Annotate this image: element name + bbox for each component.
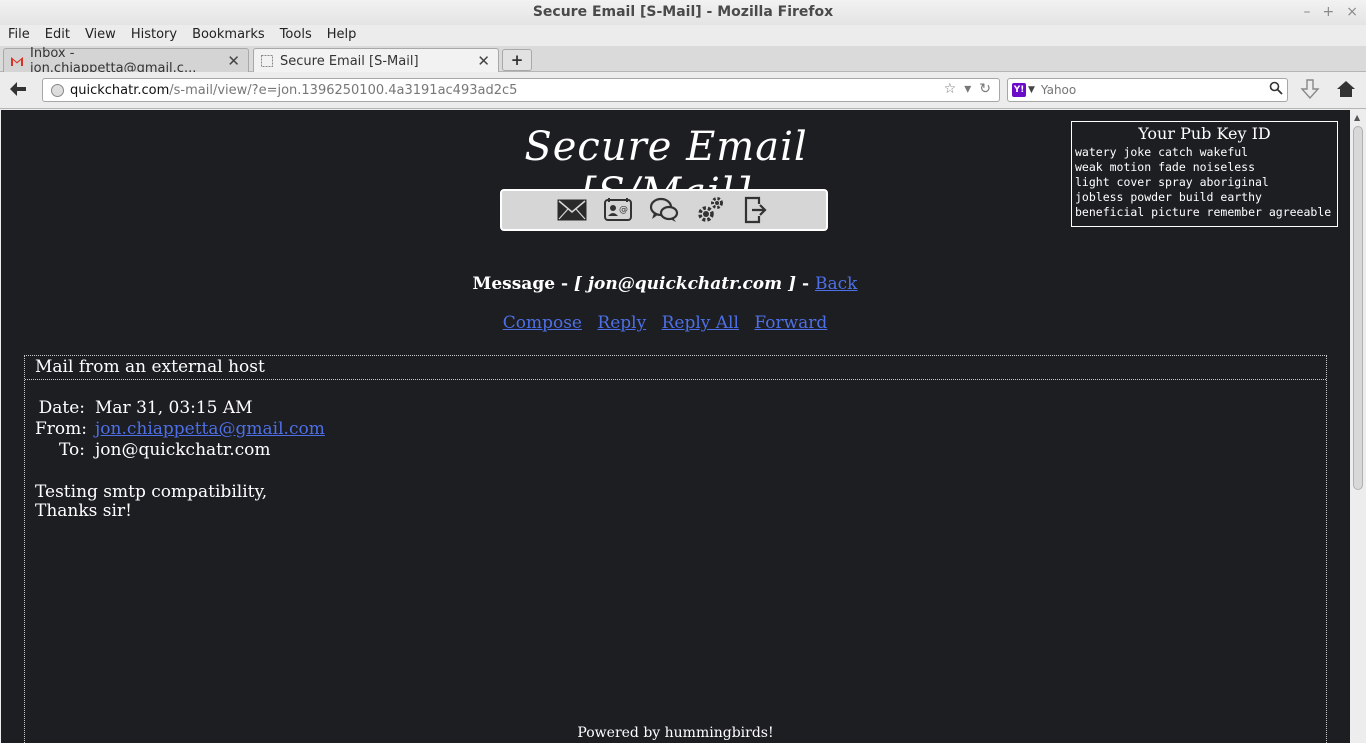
url-host: quickchatr.com [70, 82, 170, 98]
reply-all-link[interactable]: Reply All [662, 313, 739, 333]
menu-history[interactable]: History [131, 25, 185, 46]
to-label: To: [59, 440, 85, 460]
close-tab-icon[interactable]: ✕ [227, 52, 240, 70]
logout-icon[interactable] [740, 194, 772, 226]
message-header: Message - [ jon@quickchatr.com ] - Back [1, 274, 1329, 294]
pub-key-line: beneficial picture remember agreeable [1075, 205, 1332, 219]
chat-icon[interactable] [648, 194, 680, 226]
mail-view: Mail from an external host Date: Mar 31,… [24, 355, 1327, 743]
mail-body-line: Thanks sir! [35, 501, 132, 521]
tab-inbox[interactable]: Inbox - jon.chiappetta@gmail.c... ✕ [3, 46, 249, 76]
pub-key-line: weak motion fade noiseless [1075, 160, 1256, 174]
page-footer: Powered by hummingbirds! [577, 725, 774, 741]
new-tab-button[interactable]: + [502, 49, 532, 71]
message-label: Message - [472, 274, 574, 294]
window-title: Secure Email [S-Mail] - Mozilla Firefox [532, 4, 834, 20]
gmail-icon [10, 54, 24, 68]
close-window-icon[interactable]: × [1346, 0, 1358, 25]
reply-link[interactable]: Reply [597, 313, 646, 333]
message-separator: - [796, 274, 816, 294]
menu-help[interactable]: Help [327, 25, 365, 46]
blank-page-icon [260, 54, 274, 68]
from-address-link[interactable]: jon.chiappetta@gmail.com [95, 419, 325, 439]
app-toolbar: @ [500, 189, 828, 231]
message-actions: Compose Reply Reply All Forward [1, 313, 1329, 333]
search-engine-dropdown-icon[interactable]: ▼ [1028, 85, 1035, 95]
globe-icon [51, 83, 64, 97]
menu-bar: File Edit View History Bookmarks Tools H… [0, 25, 1366, 46]
yahoo-icon[interactable]: Y! [1012, 83, 1026, 97]
back-link[interactable]: Back [815, 274, 857, 294]
url-bar[interactable]: quickchatr.com/s-mail/view/?e=jon.139625… [42, 78, 1000, 102]
from-label: From: [35, 419, 88, 439]
contacts-icon[interactable]: @ [602, 194, 634, 226]
search-bar[interactable]: Y! ▼ [1007, 78, 1288, 102]
mail-body: Testing smtp compatibility, Thanks sir! [35, 483, 267, 521]
message-address: [ jon@quickchatr.com ] [573, 274, 797, 294]
date-value: Mar 31, 03:15 AM [95, 398, 253, 418]
pub-key-line: jobless powder build earthy [1075, 190, 1262, 204]
scrollbar-thumb[interactable] [1353, 126, 1363, 490]
close-tab-icon[interactable]: ✕ [477, 52, 490, 70]
mail-source-header: Mail from an external host [25, 356, 1326, 380]
mail-meta: Date: Mar 31, 03:15 AM From: jon.chiappe… [35, 398, 325, 461]
pub-key-line: light cover spray aboriginal [1075, 175, 1269, 189]
pub-key-title: Your Pub Key ID [1138, 124, 1271, 143]
mail-icon[interactable] [556, 194, 588, 226]
menu-edit[interactable]: Edit [45, 25, 78, 46]
menu-bookmarks[interactable]: Bookmarks [192, 25, 273, 46]
back-arrow-icon[interactable] [8, 80, 30, 100]
url-path: /s-mail/view/?e=jon.1396250100.4a3191ac4… [169, 82, 518, 98]
pub-key-panel: Your Pub Key ID watery joke catch wakefu… [1071, 121, 1338, 227]
settings-gears-icon[interactable] [694, 194, 726, 226]
home-icon[interactable] [1336, 79, 1356, 104]
search-input[interactable] [1040, 83, 1261, 97]
menu-tools[interactable]: Tools [280, 25, 320, 46]
page-content: Secure Email [S/Mail] @ Your Pub Key ID … [1, 110, 1350, 743]
menu-view[interactable]: View [85, 25, 124, 46]
menu-file[interactable]: File [8, 25, 38, 46]
download-icon[interactable] [1300, 79, 1320, 106]
tab-label: Inbox - jon.chiappetta@gmail.c... [30, 45, 197, 76]
reload-icon[interactable]: ↻ [979, 81, 991, 97]
pub-key-line: watery joke catch wakeful [1075, 145, 1249, 159]
navigation-bar: quickchatr.com/s-mail/view/?e=jon.139625… [0, 72, 1366, 109]
forward-link[interactable]: Forward [754, 313, 827, 333]
date-label: Date: [38, 398, 85, 418]
window-titlebar: Secure Email [S-Mail] - Mozilla Firefox … [0, 0, 1366, 25]
to-value: jon@quickchatr.com [95, 440, 271, 460]
url-dropdown-icon[interactable]: ▾ [964, 81, 971, 97]
tab-bar: Inbox - jon.chiappetta@gmail.c... ✕ Secu… [0, 46, 1366, 76]
scroll-up-icon[interactable]: ▲ [1354, 113, 1360, 122]
tab-secure-email[interactable]: Secure Email [S-Mail] ✕ [253, 48, 499, 73]
search-icon[interactable] [1269, 81, 1283, 99]
maximize-icon[interactable]: + [1323, 0, 1335, 25]
page-scrollbar[interactable]: ▲ [1350, 110, 1366, 743]
minimize-icon[interactable]: – [1304, 0, 1311, 25]
compose-link[interactable]: Compose [503, 313, 582, 333]
bookmark-star-icon[interactable]: ☆ [944, 81, 957, 97]
mail-body-line: Testing smtp compatibility, [35, 482, 268, 502]
tab-label: Secure Email [S-Mail] [280, 53, 419, 69]
svg-text:@: @ [619, 205, 628, 215]
